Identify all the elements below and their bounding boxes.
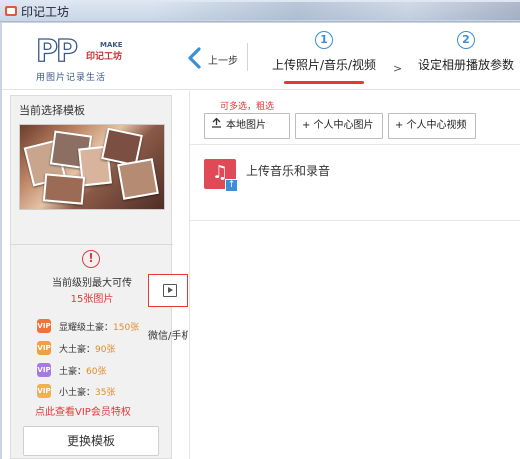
window-title: 印记工坊 <box>21 5 70 19</box>
back-label: 上一步 <box>208 56 238 67</box>
tier-name: 小土豪： <box>59 388 96 398</box>
step-label: 设定相册播放参数 <box>417 58 514 72</box>
upload-music-label: 上传音乐和录音 <box>246 164 331 178</box>
vip-tier-label: 大土豪：90张 <box>59 342 115 355</box>
divider <box>11 244 173 245</box>
title-bar-background <box>150 2 520 20</box>
step-settings[interactable]: 2 设定相册播放参数 <box>410 31 520 73</box>
tier-count: 90张 <box>95 345 116 355</box>
divider <box>247 43 248 71</box>
upload-area: 可多选，粗选 本地图片 + 个人中心图片 + 个人中心视频 ♫ ↑ 上传音乐和录… <box>189 91 520 459</box>
photo <box>117 158 159 200</box>
step-upload[interactable]: 1 上传照片/音乐/视频 <box>268 31 380 84</box>
tier-count: 60张 <box>86 367 107 377</box>
change-template-button[interactable]: 更换模板 <box>23 426 159 456</box>
play-icon <box>163 284 177 297</box>
warning-icon: ! <box>82 250 100 268</box>
vip-badge-icon: VIP <box>37 341 51 355</box>
vip-privileges-link[interactable]: 点此查看VIP会员特权 <box>35 403 131 418</box>
logo-brand: 印记工坊 <box>86 52 123 62</box>
center-images-button[interactable]: + 个人中心图片 <box>295 113 383 139</box>
app-window: PP MAKE 印记工坊 用图片记录生活 上一步 1 上传照片/音乐/视频 > … <box>2 23 520 459</box>
multi-select-hint: 可多选，粗选 <box>220 102 275 112</box>
photo <box>42 173 86 205</box>
tier-count: 35张 <box>95 388 116 398</box>
vip-tier-label: 显耀级土豪：150张 <box>59 320 139 333</box>
tier-name: 显耀级土豪： <box>59 323 114 333</box>
active-step-underline <box>284 81 364 84</box>
vip-badge-icon: VIP <box>37 319 51 333</box>
sidebar-title: 当前选择模板 <box>19 104 85 117</box>
wechat-phone-label[interactable]: 微信/手机 <box>148 327 188 342</box>
step-label: 上传照片/音乐/视频 <box>271 58 377 72</box>
logo-pp: PP <box>35 34 78 69</box>
center-videos-button[interactable]: + 个人中心视频 <box>388 113 476 139</box>
step-arrow: > <box>393 62 403 75</box>
upload-arrow-icon: ↑ <box>225 179 238 192</box>
logo: PP MAKE 印记工坊 用图片记录生活 <box>35 34 136 83</box>
vip-tier-label: 土豪：60张 <box>59 364 106 377</box>
back-button[interactable]: 上一步 <box>186 47 242 69</box>
music-icon: ♫ ↑ <box>204 159 238 192</box>
tier-count: 150张 <box>113 323 140 333</box>
local-images-button[interactable]: 本地图片 <box>204 113 290 139</box>
header: PP MAKE 印记工坊 用图片记录生活 上一步 1 上传照片/音乐/视频 > … <box>2 23 520 90</box>
vip-tier-label: 小土豪：35张 <box>59 385 115 398</box>
template-thumbnail[interactable] <box>19 124 165 210</box>
local-images-label: 本地图片 <box>226 120 266 131</box>
step-number: 2 <box>457 31 475 49</box>
logo-make: MAKE <box>100 41 123 49</box>
vip-badge-icon: VIP <box>37 363 51 377</box>
app-icon <box>5 6 17 16</box>
play-preview-button[interactable] <box>148 274 188 307</box>
tier-name: 大土豪： <box>59 345 96 355</box>
tier-name: 土豪： <box>59 367 87 377</box>
upload-icon <box>212 117 221 128</box>
upload-music-row[interactable]: ♫ ↑ 上传音乐和录音 <box>190 145 520 221</box>
vip-badge-icon: VIP <box>37 384 51 398</box>
title-bar: 印记工坊 <box>0 0 520 22</box>
chevron-left-icon <box>188 47 201 69</box>
logo-slogan: 用图片记录生活 <box>36 73 107 83</box>
step-number: 1 <box>315 31 333 49</box>
